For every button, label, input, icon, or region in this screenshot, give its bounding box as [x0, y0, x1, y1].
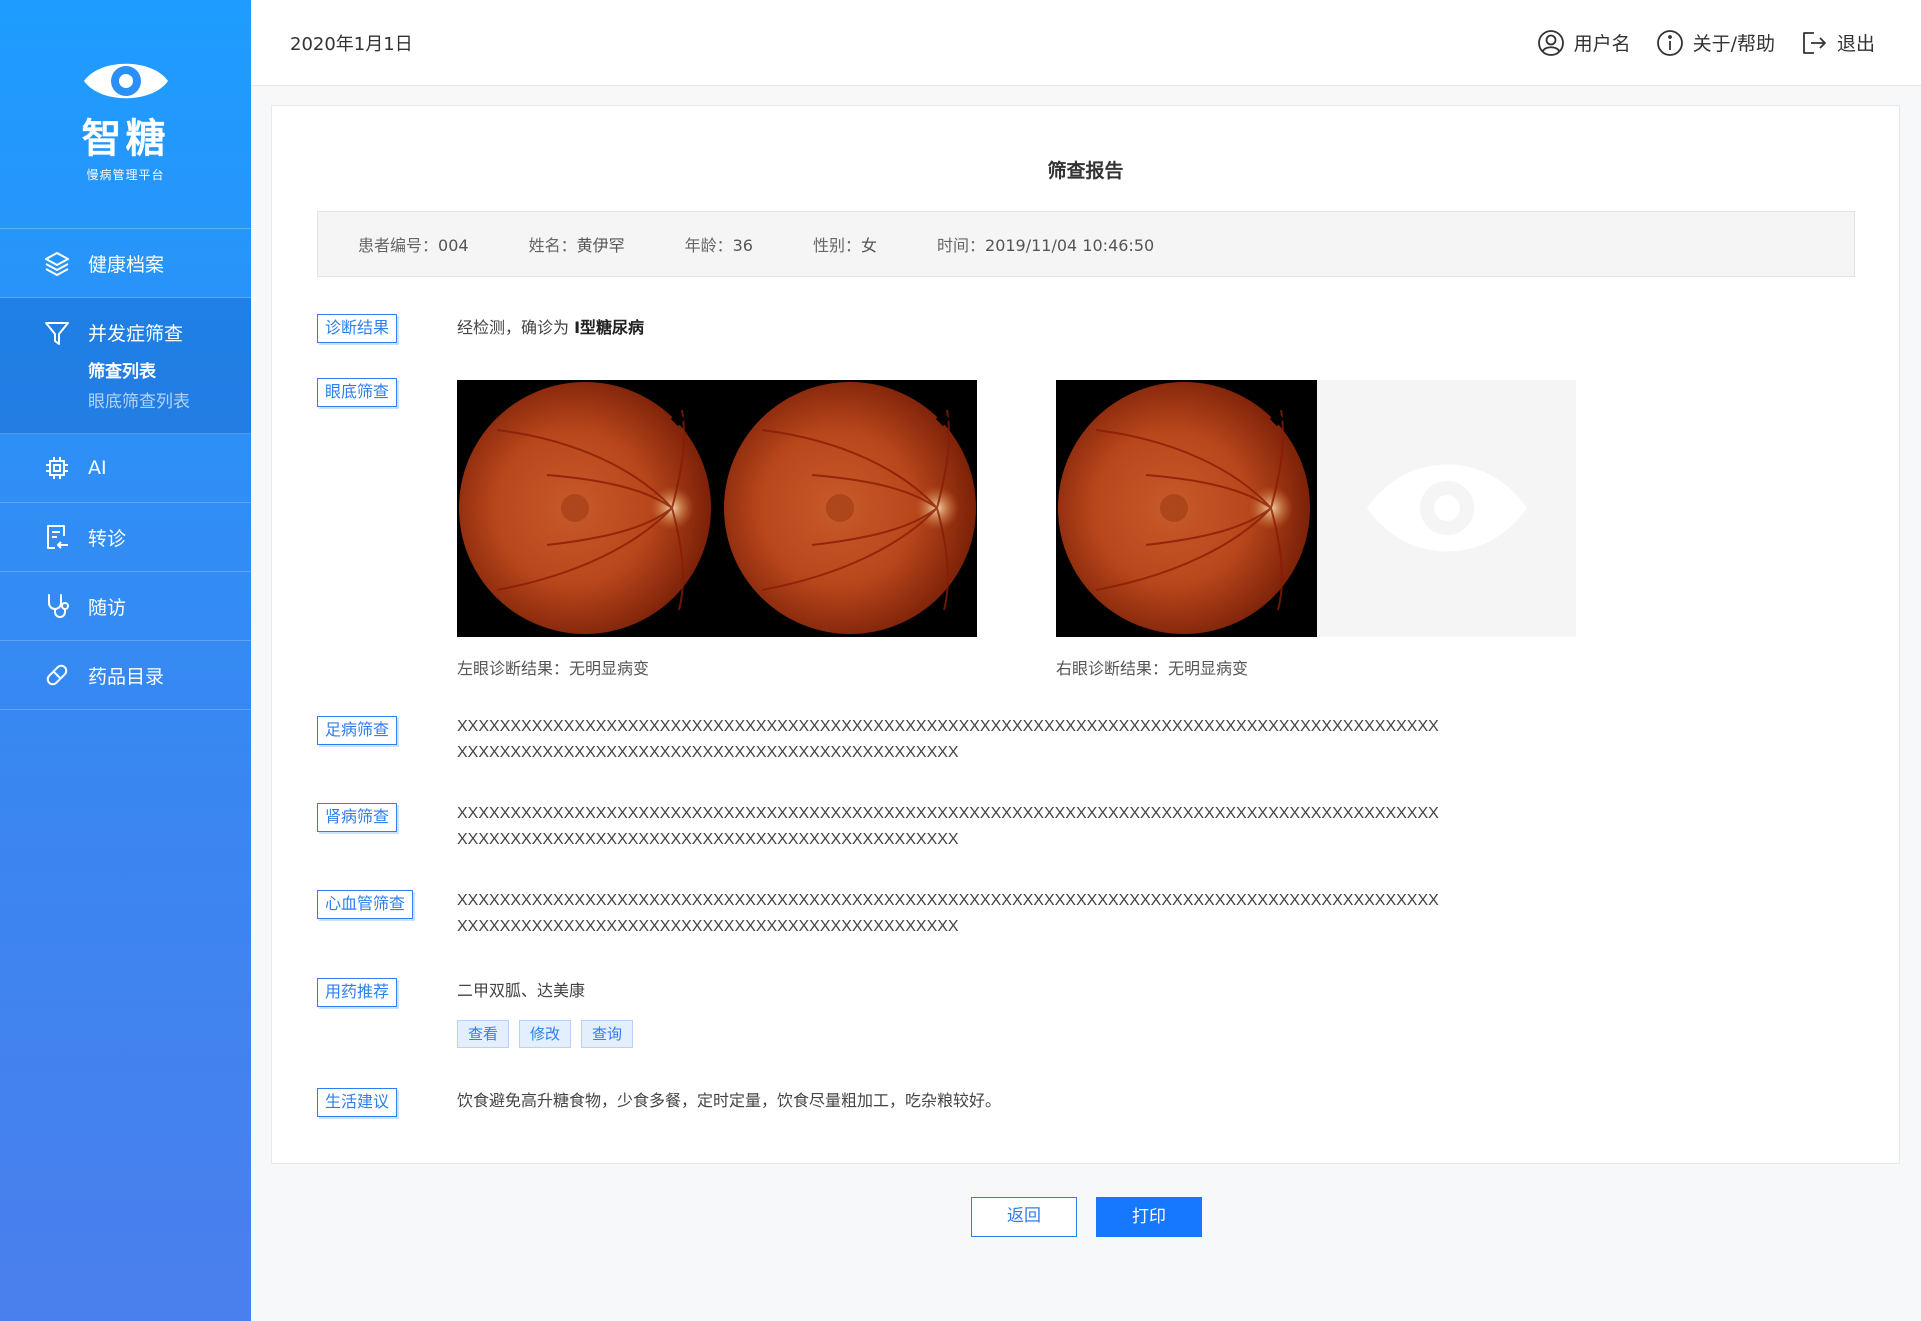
brand-name: 智糖: [81, 116, 170, 162]
top-header: 2020年1月1日 用户名 关于/帮助 退出: [251, 0, 1921, 86]
back-button[interactable]: 返回: [971, 1197, 1077, 1237]
diagnosis-text: 经检测，确诊为 I型糖尿病: [457, 318, 645, 337]
stethoscope-icon: [42, 591, 72, 621]
help-link[interactable]: 关于/帮助: [1655, 28, 1775, 58]
user-icon: [1537, 29, 1564, 56]
right-eye-caption: 右眼诊断结果：无明显病变: [1056, 659, 1249, 678]
lifestyle-tag: 生活建议: [317, 1088, 398, 1117]
logout-label: 退出: [1836, 33, 1875, 55]
referral-icon: [42, 522, 72, 552]
view-button[interactable]: 查看: [457, 1020, 510, 1048]
medicine-text: 二甲双胍、达美康: [457, 981, 586, 1000]
image-placeholder[interactable]: [1317, 380, 1576, 637]
report-card: 筛查报告 患者编号：004 姓名：黄伊罕 年龄：36 性别：女 时间：2019/…: [271, 105, 1900, 1164]
sidebar-item-label: 健康档案: [88, 253, 165, 276]
patient-id: 患者编号：004: [358, 236, 469, 255]
kidney-text: XXXXXXXXXXXXXXXXXXXXXXXXXXXXXXXXXXXXXXXX…: [457, 805, 1439, 848]
sidebar-item-complication-screening[interactable]: 并发症筛查 筛查列表 眼底筛查列表: [0, 298, 251, 434]
help-label: 关于/帮助: [1692, 33, 1775, 55]
report-title: 筛查报告: [1047, 160, 1124, 182]
brand-subtitle: 慢病管理平台: [86, 168, 165, 182]
fundus-image[interactable]: [722, 380, 977, 637]
logout-icon: [1803, 31, 1826, 54]
current-date: 2020年1月1日: [290, 33, 413, 55]
patient-age: 年龄：36: [684, 236, 753, 255]
logo[interactable]: 智糖 慢病管理平台: [0, 0, 251, 229]
eye-logo-icon: [83, 63, 168, 99]
sidebar-item-label: 药品目录: [88, 665, 165, 688]
query-button[interactable]: 查询: [581, 1020, 634, 1048]
fundus-tag: 眼底筛查: [317, 378, 398, 407]
user-menu[interactable]: 用户名: [1536, 28, 1631, 58]
info-icon: [1656, 29, 1683, 56]
fundus-image[interactable]: [457, 380, 717, 637]
patient-info-bar: 患者编号：004 姓名：黄伊罕 年龄：36 性别：女 时间：2019/11/04…: [317, 211, 1855, 277]
logout-button[interactable]: 退出: [1799, 28, 1875, 58]
lifestyle-text: 饮食避免高升糖食物，少食多餐，定时定量，饮食尽量粗加工，吃杂粮较好。: [457, 1091, 1002, 1110]
sidebar-item-label: 随访: [88, 596, 127, 619]
username-label: 用户名: [1573, 33, 1631, 55]
sidebar-item-label: 并发症筛查: [88, 323, 184, 345]
cardio-tag: 心血管筛查: [317, 890, 414, 919]
pill-icon: [42, 660, 72, 690]
print-button[interactable]: 打印: [1096, 1197, 1202, 1237]
foot-text: XXXXXXXXXXXXXXXXXXXXXXXXXXXXXXXXXXXXXXXX…: [457, 718, 1439, 761]
chip-icon: [42, 453, 72, 483]
cardio-text: XXXXXXXXXXXXXXXXXXXXXXXXXXXXXXXXXXXXXXXX…: [457, 892, 1439, 935]
left-eye-caption: 左眼诊断结果：无明显病变: [457, 659, 650, 678]
sidebar-item-label: 转诊: [88, 527, 127, 550]
left-eye-images[interactable]: [457, 380, 977, 637]
layers-icon: [42, 248, 72, 278]
sidebar-subitem-fundus-list[interactable]: 眼底筛查列表: [0, 387, 251, 417]
sidebar-item-ai[interactable]: AI: [0, 434, 251, 503]
screening-time: 时间：2019/11/04 10:46:50: [937, 236, 1155, 255]
edit-button[interactable]: 修改: [519, 1020, 572, 1048]
fundus-image[interactable]: [1056, 380, 1316, 637]
kidney-tag: 肾病筛查: [317, 803, 398, 832]
sidebar-item-label: AI: [88, 457, 107, 479]
eye-placeholder-icon: [1367, 464, 1527, 552]
foot-tag: 足病筛查: [317, 716, 398, 745]
filter-icon: [42, 318, 72, 348]
sidebar-item-health-records[interactable]: 健康档案: [0, 229, 251, 298]
diagnosis-tag: 诊断结果: [317, 314, 398, 343]
sidebar-item-referral[interactable]: 转诊: [0, 503, 251, 572]
sidebar-item-drug-catalog[interactable]: 药品目录: [0, 641, 251, 710]
diagnosis-result: I型糖尿病: [574, 318, 645, 337]
medicine-tag: 用药推荐: [317, 978, 398, 1007]
patient-name: 姓名：黄伊罕: [528, 236, 625, 255]
sidebar-item-follow-up[interactable]: 随访: [0, 572, 251, 641]
right-eye-images[interactable]: [1056, 380, 1317, 637]
sidebar: 智糖 慢病管理平台 健康档案 并发症筛查 筛查列表 眼底筛查列表 AI 转诊 随…: [0, 0, 251, 1321]
patient-sex: 性别：女: [812, 236, 877, 255]
sidebar-subitem-screening-list[interactable]: 筛查列表: [0, 357, 251, 387]
